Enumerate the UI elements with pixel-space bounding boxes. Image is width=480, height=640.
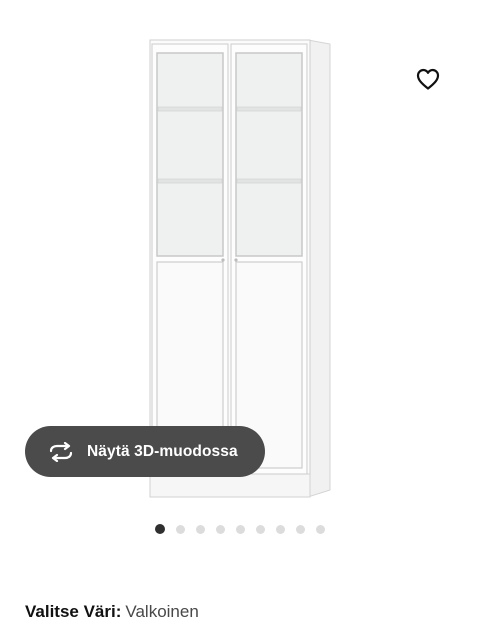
carousel-dot[interactable]: [316, 524, 325, 534]
heart-icon: [416, 68, 440, 90]
color-selector[interactable]: Valitse Väri: Valkoinen: [25, 601, 199, 623]
carousel-dot[interactable]: [216, 524, 225, 534]
carousel-dot[interactable]: [155, 524, 165, 534]
carousel-dot[interactable]: [176, 524, 185, 534]
view-3d-label: Näytä 3D-muodossa: [87, 442, 238, 460]
rotate-arrows-icon: [47, 441, 75, 463]
carousel-dot[interactable]: [236, 524, 245, 534]
carousel-dot[interactable]: [296, 524, 305, 534]
product-image[interactable]: Näytä 3D-muodossa: [0, 0, 480, 505]
wishlist-button[interactable]: [412, 63, 444, 95]
carousel-dot[interactable]: [276, 524, 285, 534]
image-carousel-dots: [155, 523, 336, 535]
carousel-dot[interactable]: [256, 524, 265, 534]
carousel-dot[interactable]: [196, 524, 205, 534]
color-label: Valitse Väri:: [25, 602, 122, 621]
view-3d-button[interactable]: Näytä 3D-muodossa: [25, 426, 265, 477]
color-value: Valkoinen: [125, 602, 199, 621]
